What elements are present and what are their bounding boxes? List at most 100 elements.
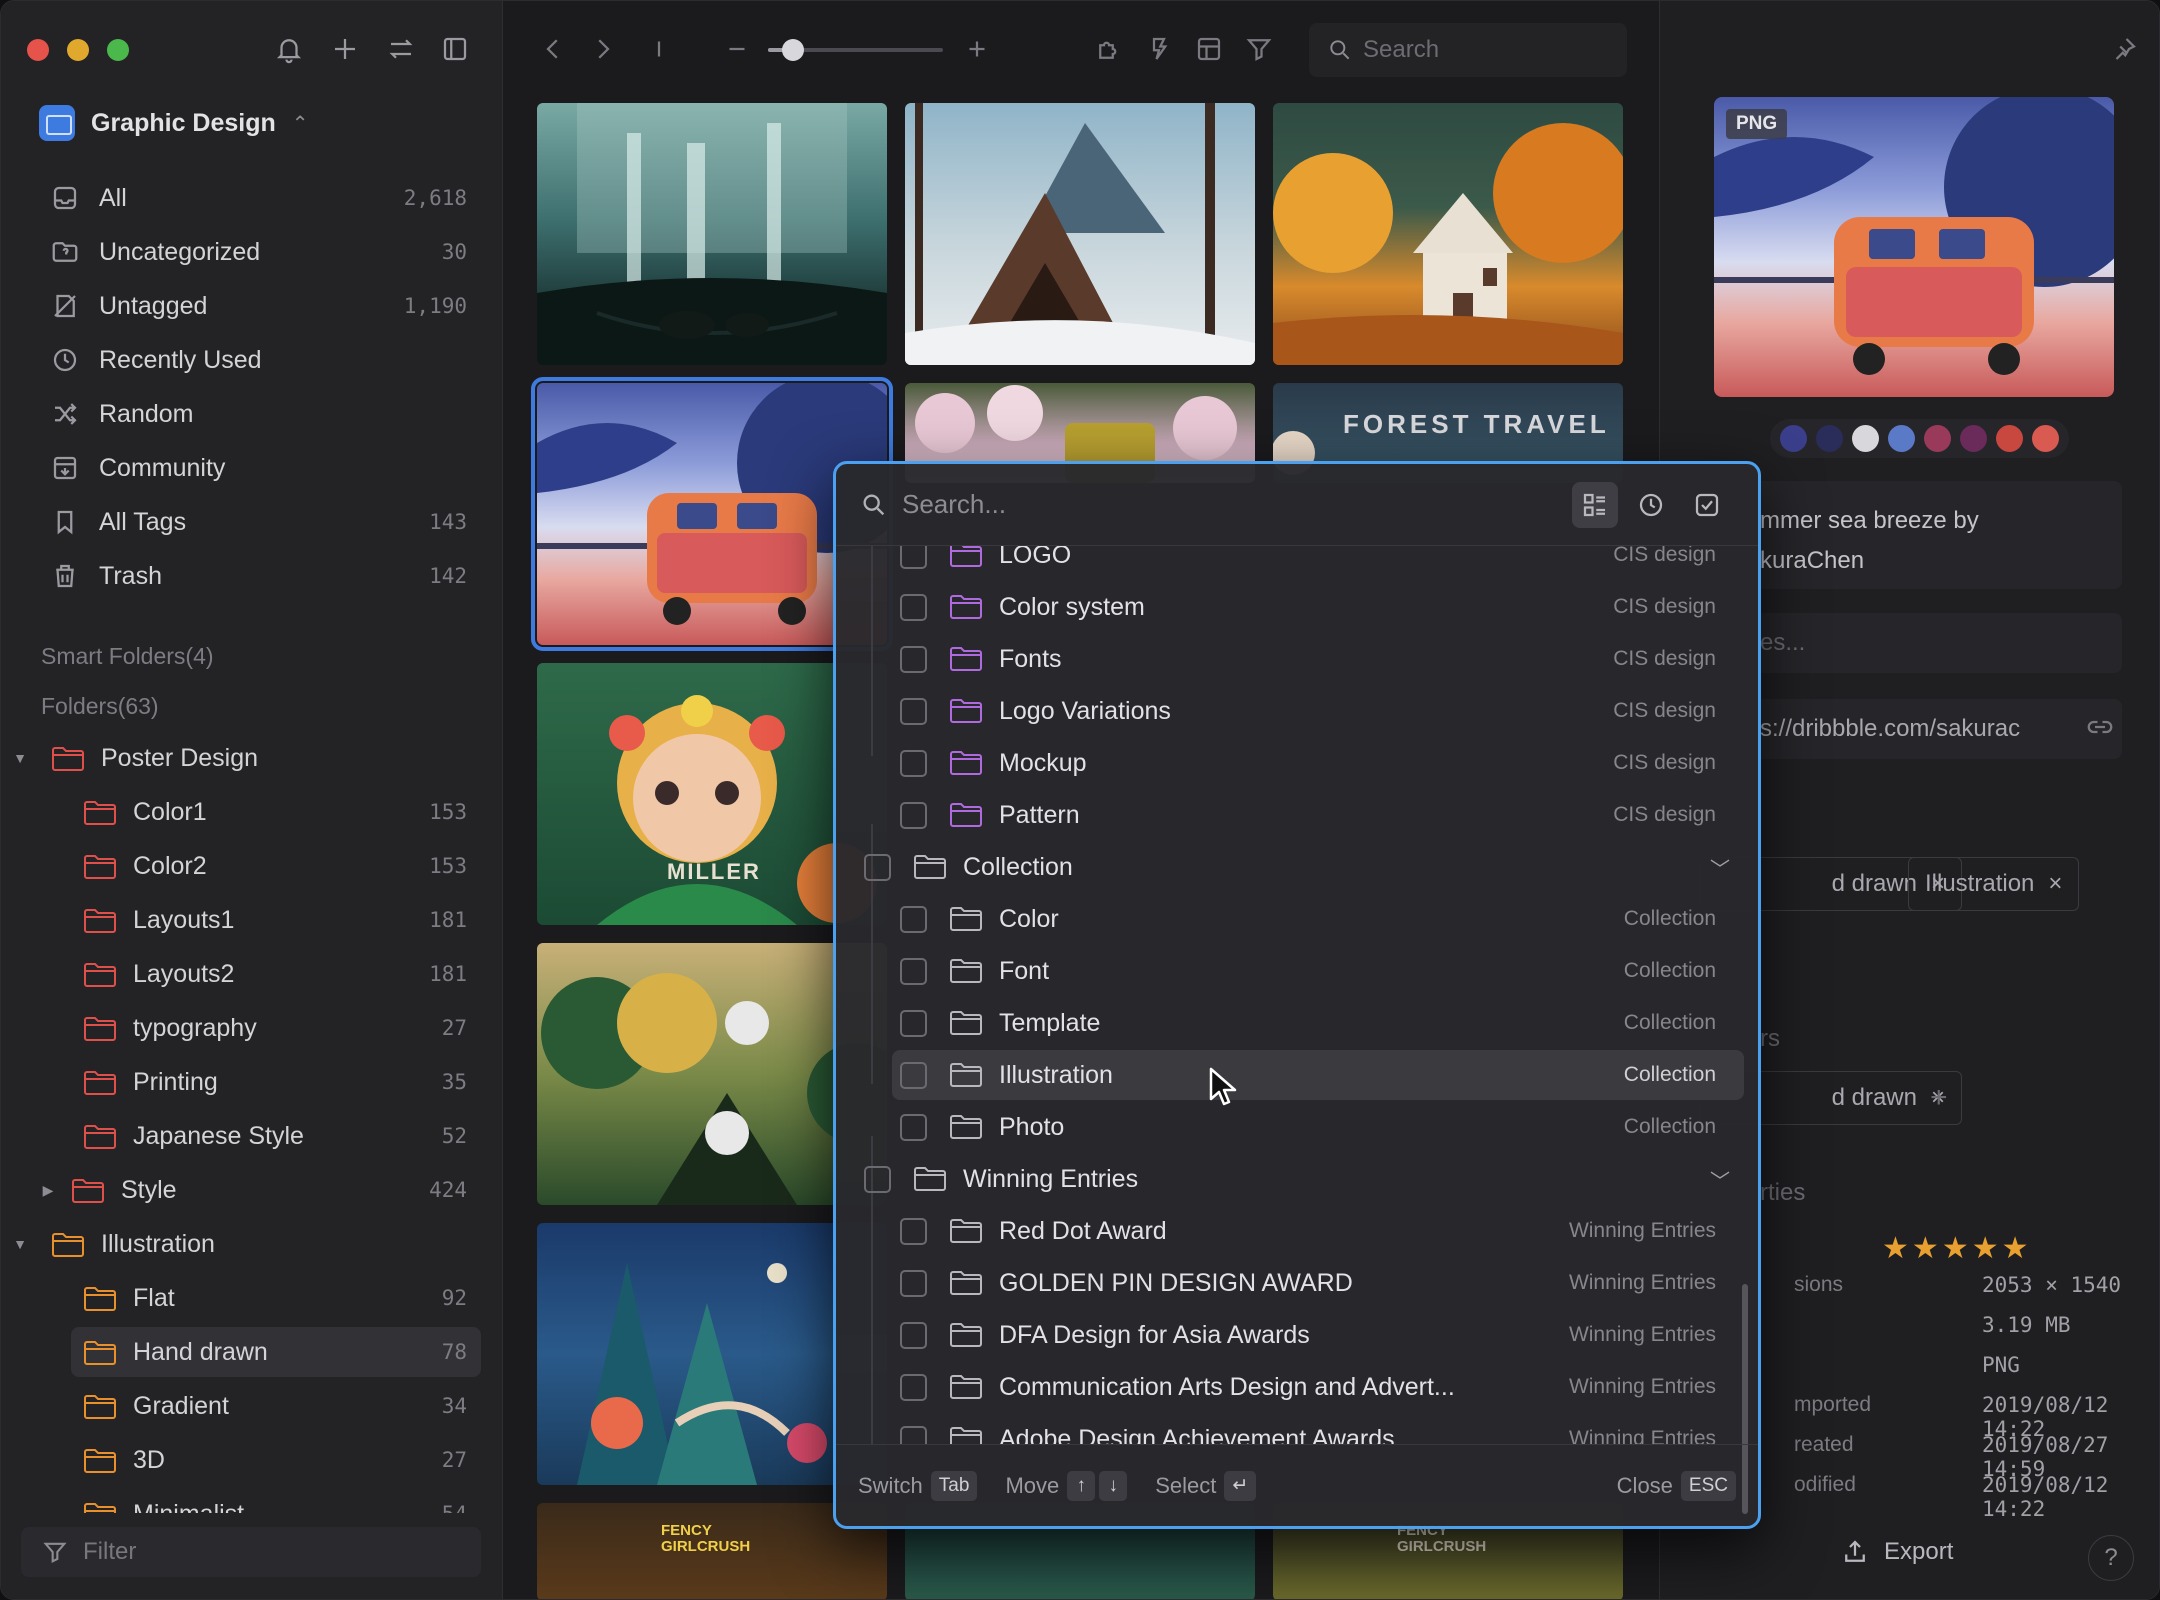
search-input[interactable]: Search [1309,23,1627,77]
zoom-out-icon[interactable] [717,29,757,69]
folder-checkbox[interactable] [900,645,927,673]
action-icon[interactable] [1139,29,1179,69]
color-swatch[interactable] [1960,425,1987,452]
folder-item-gradient[interactable]: Gradient 34 [71,1381,481,1431]
zoom-slider-handle[interactable] [782,39,804,61]
picker-folder-red-dot-award[interactable]: Red Dot Award Winning Entries [892,1206,1744,1256]
folder-checkbox[interactable] [900,1269,927,1297]
folder-checkbox[interactable] [900,546,927,569]
folder-item-printing[interactable]: Printing 35 [71,1057,481,1107]
folder-checkbox[interactable] [900,749,927,777]
folder-checkbox[interactable] [864,853,891,881]
picker-folder-font[interactable]: Font Collection [892,946,1744,996]
star-icon[interactable]: ★ [1942,1232,1972,1265]
picker-folder-mockup[interactable]: Mockup CIS design [892,738,1744,788]
property-value: 3.19 MB [1982,1313,2071,1337]
add-folder-icon[interactable]: + [1930,1081,1948,1115]
folder-item-style[interactable]: ▶ Style 424 [43,1165,481,1215]
thumbnail-waterfall[interactable] [537,103,887,365]
help-button[interactable]: ? [2088,1535,2134,1581]
rating-stars[interactable]: ★★★★★ [1882,1231,2032,1266]
folder-item-japanese-style[interactable]: Japanese Style 52 [71,1111,481,1161]
folder-checkbox[interactable] [900,1061,927,1089]
picker-folder-template[interactable]: Template Collection [892,998,1744,1048]
folder-checkbox[interactable] [900,1373,927,1401]
star-icon[interactable]: ★ [2002,1232,2032,1265]
color-swatch[interactable] [2032,425,2059,452]
chevron-down-icon[interactable]: ▼ [9,750,31,766]
color-swatch[interactable] [1996,425,2023,452]
folder-checkbox[interactable] [900,801,927,829]
color-swatch[interactable] [1780,425,1807,452]
pin-icon[interactable] [2104,29,2144,69]
folder-item-poster-design[interactable]: ▼ Poster Design [9,733,481,783]
picker-group-collection[interactable]: Collection ﹀ [856,842,1744,892]
zoom-in-icon[interactable] [957,29,997,69]
chevron-down-icon[interactable]: ﹀ [1710,853,1744,882]
picker-folder-illustration[interactable]: Illustration Collection [892,1050,1744,1100]
folder-item-illustration[interactable]: ▼ Illustration [9,1219,481,1269]
folder-item-minimalist[interactable]: Minimalist54 [71,1489,481,1513]
picker-folder-communication-arts-design-and-advert[interactable]: Communication Arts Design and Advert... W… [892,1362,1744,1412]
filter-icon[interactable] [1239,29,1279,69]
picker-folder-color[interactable]: Color Collection [892,894,1744,944]
hint-close[interactable]: Close ESC [1617,1470,1736,1501]
star-icon[interactable]: ★ [1882,1232,1912,1265]
folder-checkbox[interactable] [900,1113,927,1141]
layout-icon[interactable] [1189,29,1229,69]
picker-folder-logo-variations[interactable]: Logo Variations CIS design [892,686,1744,736]
tag-chip-illustration[interactable]: Illustration × [1908,857,2080,911]
folder-item-layouts2[interactable]: Layouts2 181 [71,949,481,999]
thumbnail-house-autumn[interactable] [1273,103,1623,365]
picker-folder-logo[interactable]: LOGO CIS design [892,546,1744,580]
forward-icon[interactable] [583,29,623,69]
folder-checkbox[interactable] [900,593,927,621]
color-swatch[interactable] [1852,425,1879,452]
remove-tag-icon[interactable]: × [2048,870,2062,898]
popup-search-input[interactable] [902,489,1502,520]
picker-folder-photo[interactable]: Photo Collection [892,1102,1744,1152]
picker-folder-dfa-design-for-asia-awards[interactable]: DFA Design for Asia Awards Winning Entrie… [892,1310,1744,1360]
chevron-down-icon[interactable]: ﹀ [1710,1165,1744,1194]
folder-checkbox[interactable] [900,957,927,985]
folder-checkbox[interactable] [900,1009,927,1037]
folder-item-hand-drawn[interactable]: Hand drawn 78 [71,1327,481,1377]
folder-label: Hand drawn [133,1337,268,1366]
star-icon[interactable]: ★ [1912,1232,1942,1265]
chevron-right-icon[interactable]: ▶ [37,1182,59,1199]
chevron-down-icon[interactable]: ▼ [9,1236,31,1252]
thumbnail-cabin[interactable] [905,103,1255,365]
color-swatch[interactable] [1924,425,1951,452]
folder-checkbox[interactable] [864,1165,891,1193]
picker-folder-golden-pin-design-award[interactable]: GOLDEN PIN DESIGN AWARD Winning Entries [892,1258,1744,1308]
folder-checkbox[interactable] [900,1425,927,1444]
folder-item-layouts1[interactable]: Layouts1 181 [71,895,481,945]
folder-item-3d[interactable]: 3D 27 [71,1435,481,1485]
link-icon[interactable] [2080,707,2120,747]
picker-folder-fonts[interactable]: Fonts CIS design [892,634,1744,684]
picker-group-winning-entries[interactable]: Winning Entries ﹀ [856,1154,1744,1204]
folder-item-typography[interactable]: typography 27 [71,1003,481,1053]
folder-item-flat[interactable]: Flat 92 [71,1273,481,1323]
folder-item-color2[interactable]: Color2 153 [71,841,481,891]
color-swatch[interactable] [1816,425,1843,452]
folder-checkbox[interactable] [900,697,927,725]
picker-folder-adobe-design-achievement-awards[interactable]: Adobe Design Achievement Awards Winning E… [892,1414,1744,1444]
extension-icon[interactable] [1089,29,1129,69]
list-view-icon[interactable] [1572,482,1618,528]
image-preview[interactable]: PNG [1714,97,2114,397]
zoom-slider[interactable] [768,39,943,61]
picker-folder-color-system[interactable]: Color system CIS design [892,582,1744,632]
picker-folder-pattern[interactable]: Pattern CIS design [892,790,1744,840]
folder-checkbox[interactable] [900,905,927,933]
folder-checkbox[interactable] [900,1217,927,1245]
recent-icon[interactable] [1628,482,1674,528]
filter-input[interactable]: Filter [21,1527,481,1577]
folder-item-color1[interactable]: Color1 153 [71,787,481,837]
back-icon[interactable] [533,29,573,69]
export-button[interactable]: Export [1840,1537,1953,1567]
selected-items-icon[interactable] [1684,482,1730,528]
star-icon[interactable]: ★ [1972,1232,2002,1265]
color-swatch[interactable] [1888,425,1915,452]
folder-checkbox[interactable] [900,1321,927,1349]
